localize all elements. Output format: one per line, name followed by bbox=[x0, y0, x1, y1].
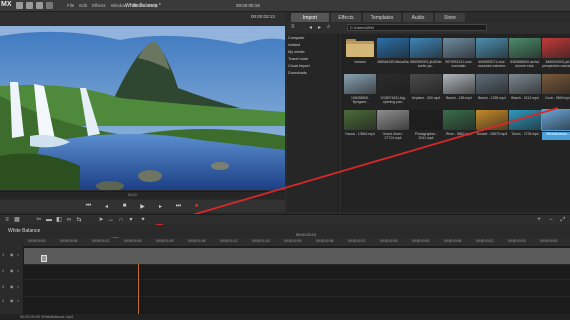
zoom-in-icon[interactable]: + bbox=[536, 217, 542, 223]
timeline-project-title: White Balance bbox=[8, 228, 41, 234]
ruler-label: 00:00:00:18 bbox=[124, 239, 142, 243]
ruler-label: 00:00:03:00 bbox=[412, 239, 430, 243]
track-lock-icon[interactable]: × bbox=[17, 268, 19, 273]
ruler-label: 00:00:02:06 bbox=[316, 239, 334, 243]
ruler-label: 00:00:03:12 bbox=[476, 239, 494, 243]
track-header-label: 2 bbox=[2, 268, 5, 273]
ruler-label: 00:00:00:12 bbox=[92, 239, 110, 243]
ruler-label: 00:00:04:00 bbox=[540, 239, 558, 243]
list-icon[interactable]: ≡ bbox=[4, 217, 10, 223]
marker-icon[interactable]: ▾ bbox=[128, 217, 134, 223]
effects-icon[interactable]: ✦ bbox=[140, 217, 146, 223]
group-icon[interactable]: ◧ bbox=[56, 217, 62, 223]
track-divider bbox=[24, 279, 570, 280]
ruler-label: 00:00:01:12 bbox=[220, 239, 238, 243]
track-lock-icon[interactable]: × bbox=[17, 298, 19, 303]
ruler-label: 00:00:03:18 bbox=[508, 239, 526, 243]
ruler-label: 00:00:01:06 bbox=[188, 239, 206, 243]
track-1[interactable] bbox=[24, 248, 570, 264]
fit-icon[interactable]: ⤢ bbox=[560, 217, 566, 223]
track-visibility-icon[interactable]: ◉ bbox=[10, 268, 14, 273]
ruler-label: 00:00:01:00 bbox=[156, 239, 174, 243]
ruler-label: 00:00:00:06 bbox=[60, 239, 78, 243]
track-header-label: 4 bbox=[2, 298, 5, 303]
track-visibility-icon[interactable]: ◉ bbox=[10, 252, 14, 257]
ruler-label: 00:00:00:00 bbox=[28, 239, 46, 243]
trash-icon[interactable]: ▬ bbox=[46, 217, 52, 223]
track-header-label: 1 bbox=[2, 252, 5, 257]
scissors-icon[interactable]: ✂ bbox=[36, 217, 42, 223]
zoom-out-icon[interactable]: − bbox=[548, 217, 554, 223]
track-lock-icon[interactable]: × bbox=[17, 284, 19, 289]
pointer-icon[interactable]: ➤ bbox=[98, 217, 104, 223]
grid-icon[interactable]: ▦ bbox=[14, 217, 20, 223]
ruler-label: 00:00:02:12 bbox=[348, 239, 366, 243]
timeline-ruler[interactable]: 00:00:00:00 00:00:00:06 00:00:00:12 00:00:0… bbox=[24, 238, 570, 246]
track-divider bbox=[24, 264, 570, 265]
status-bar: 00:00:00:00 WhiteBalance.mp4 bbox=[0, 314, 570, 320]
track-headers: 1 ◉ × 2 ◉ × 3 ◉ × 4 ◉ × bbox=[0, 246, 24, 314]
ruler-label: 00:00:02:00 bbox=[284, 239, 302, 243]
ripple-icon[interactable]: ⇆ bbox=[76, 217, 82, 223]
link-icon[interactable]: ∞ bbox=[66, 217, 72, 223]
ruler-label: 00:00:03:06 bbox=[444, 239, 462, 243]
range-icon[interactable]: ↔ bbox=[108, 217, 114, 223]
track-visibility-icon[interactable]: ◉ bbox=[10, 298, 14, 303]
playhead[interactable] bbox=[138, 264, 139, 314]
track-lock-icon[interactable]: × bbox=[17, 252, 19, 257]
magnet-icon[interactable]: ∩ bbox=[118, 217, 124, 223]
timeline-toolbar: ≡ ▦ ✂ ▬ ◧ ∞ ⇆ ➤ ↔ ∩ ▾ ✦ + − ⤢ bbox=[0, 214, 570, 224]
ruler-label: 00:00:01:18 bbox=[252, 239, 270, 243]
drag-cursor-file-icon bbox=[41, 255, 47, 262]
ruler-label: 00:00:02:18 bbox=[380, 239, 398, 243]
timeline-header bbox=[0, 225, 570, 237]
timeline-timecode: 00:00:03:13 bbox=[296, 233, 317, 237]
track-visibility-icon[interactable]: ◉ bbox=[10, 284, 14, 289]
track-divider bbox=[24, 296, 570, 297]
track-header-label: 3 bbox=[2, 284, 5, 289]
